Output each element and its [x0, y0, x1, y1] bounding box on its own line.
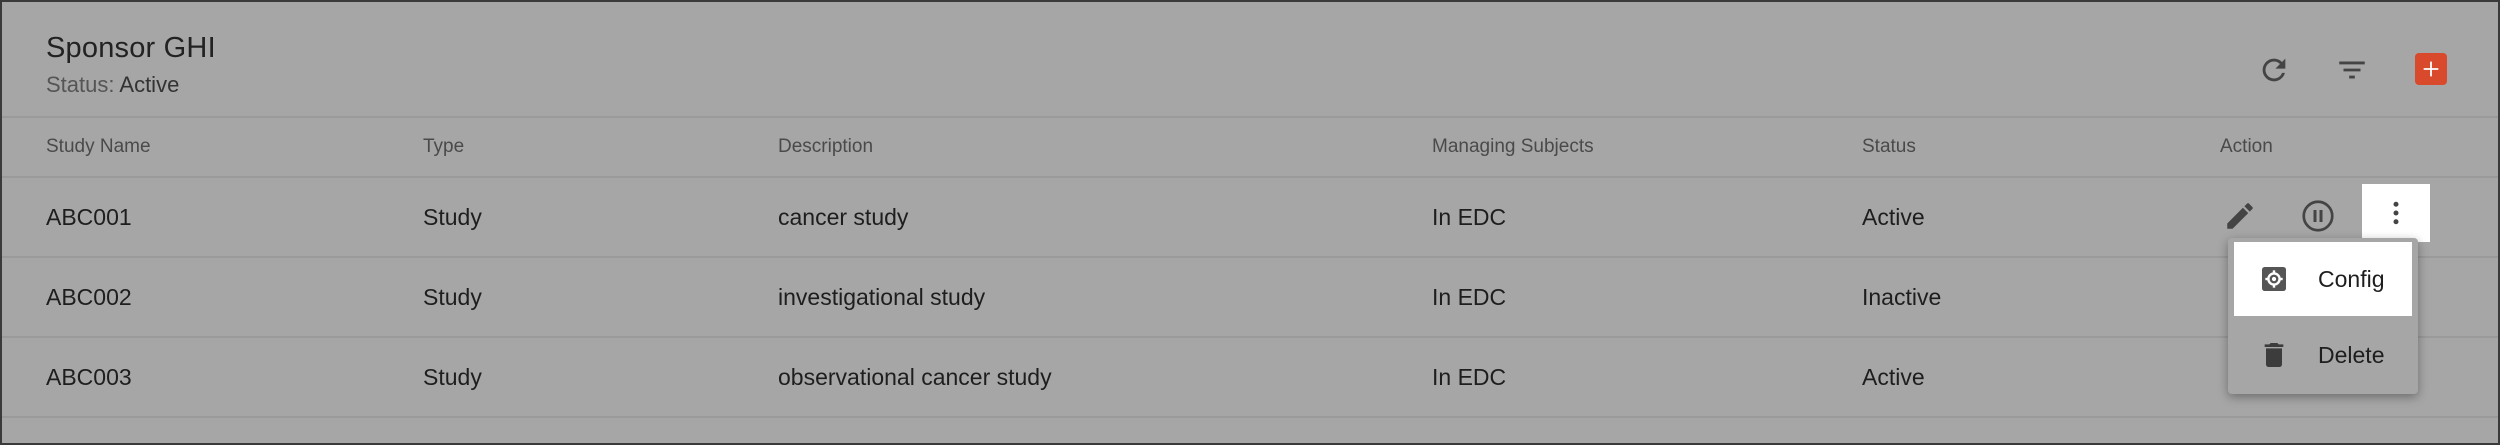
- row-actions-menu: Config Delete: [2228, 238, 2418, 394]
- cell-description: observational cancer study: [778, 364, 1052, 390]
- cell-status: Inactive: [1862, 284, 1942, 310]
- cell-managing-subjects: In EDC: [1432, 284, 1507, 310]
- table-row[interactable]: ABC003 Study observational cancer study …: [2, 338, 2498, 418]
- menu-item-label: Delete: [2318, 341, 2385, 368]
- status-value: Active: [119, 72, 180, 97]
- app-frame: Sponsor GHI Status: Active Study Name Ty…: [0, 0, 2500, 445]
- cell-description: investigational study: [778, 284, 986, 310]
- add-study-button[interactable]: [2415, 53, 2447, 85]
- table-row[interactable]: ABC001 Study cancer study In EDC Active: [2, 178, 2498, 258]
- sponsor-status: Status: Active: [46, 72, 179, 98]
- cell-type: Study: [423, 284, 482, 310]
- status-label: Status:: [46, 72, 115, 97]
- menu-item-label: Config: [2318, 265, 2385, 292]
- column-header-type[interactable]: Type: [423, 136, 464, 158]
- filter-button[interactable]: [2332, 50, 2372, 90]
- cell-type: Study: [423, 204, 482, 230]
- cell-managing-subjects: In EDC: [1432, 204, 1507, 230]
- more-actions-button[interactable]: [2362, 184, 2430, 242]
- more-vertical-icon: [2393, 201, 2399, 225]
- pause-circle-icon: [2302, 200, 2334, 232]
- edit-button[interactable]: [2220, 196, 2260, 236]
- column-header-status[interactable]: Status: [1862, 136, 1916, 158]
- sponsor-header: Sponsor GHI Status: Active: [2, 2, 2498, 118]
- trash-icon: [2254, 339, 2294, 371]
- table-row[interactable]: ABC002 Study investigational study In ED…: [2, 258, 2498, 338]
- cell-study-name: ABC002: [46, 284, 132, 310]
- cell-study-name: ABC003: [46, 364, 132, 390]
- cell-managing-subjects: In EDC: [1432, 364, 1507, 390]
- column-header-action: Action: [2220, 136, 2273, 157]
- column-header-managing-subjects[interactable]: Managing Subjects: [1432, 136, 1594, 158]
- filter-icon: [2339, 61, 2365, 79]
- cell-study-name: ABC001: [46, 204, 132, 230]
- column-header-description[interactable]: Description: [778, 136, 873, 158]
- page-title: Sponsor GHI: [46, 32, 216, 64]
- refresh-icon: [2262, 58, 2286, 82]
- cell-status: Active: [1862, 204, 1925, 230]
- menu-item-config[interactable]: Config: [2234, 242, 2412, 316]
- pause-button[interactable]: [2298, 196, 2338, 236]
- cell-description: cancer study: [778, 204, 909, 230]
- column-header-study-name[interactable]: Study Name: [46, 136, 151, 158]
- cell-status: Active: [1862, 364, 1925, 390]
- menu-item-delete[interactable]: Delete: [2234, 318, 2412, 392]
- cell-type: Study: [423, 364, 482, 390]
- pencil-icon: [2227, 203, 2253, 229]
- refresh-button[interactable]: [2254, 50, 2294, 90]
- settings-box-icon: [2254, 263, 2294, 295]
- add-icon: [2423, 61, 2439, 77]
